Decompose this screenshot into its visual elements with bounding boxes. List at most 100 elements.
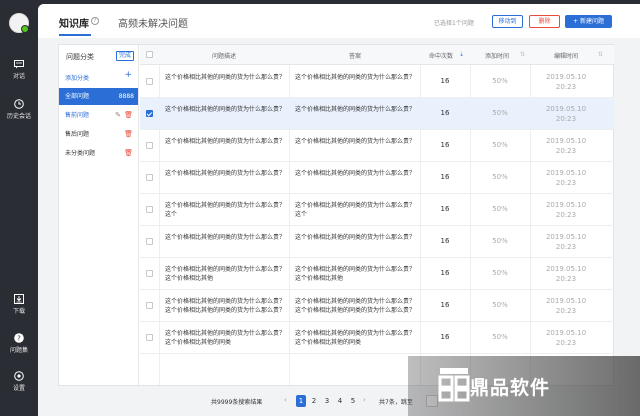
answer-cell: 这个价格相比其他的同类的货为什么那么贵？: [295, 138, 415, 145]
category-item-presale[interactable]: 售前问题 ✎ 🗑: [59, 107, 138, 124]
category-item-uncategorized[interactable]: 未分类问题 🗑: [59, 145, 138, 162]
column-header-added[interactable]: 添加时间: [471, 51, 523, 60]
nav-item-question-set[interactable]: ? 问题集: [0, 333, 38, 354]
row-checkbox[interactable]: [146, 78, 153, 85]
edited-cell: 2019.05.10 20:23: [545, 73, 587, 91]
category-item-all[interactable]: 全部问题 8888: [59, 88, 138, 105]
table-row[interactable]: 这个价格相比其他的同类的货为什么那么贵？这个 这个价格相比其他的同类的货为什么那么…: [140, 194, 614, 226]
top-bar: 知识库 ? 高频未解决问题 已选择1个问题 移动到 删除 + 新建问题: [38, 4, 640, 38]
category-label: 未分类问题: [65, 150, 96, 157]
question-cell: 这个价格相比其他的同类的货为什么那么贵？: [165, 170, 285, 177]
page-button[interactable]: 4: [335, 395, 345, 407]
added-cell: 50%: [492, 141, 508, 149]
category-label: 售后问题: [65, 131, 90, 138]
nav-label-download: 下载: [12, 308, 25, 315]
trash-icon[interactable]: 🗑: [124, 107, 133, 124]
nav-item-download[interactable]: 下载: [0, 294, 38, 315]
page-button[interactable]: 1: [296, 395, 306, 407]
question-icon: ?: [14, 333, 24, 343]
table-row[interactable]: 这个价格相比其他的同类的货为什么那么贵？这个价格相比其他的同类的货为什么那么贵？…: [140, 226, 614, 258]
row-checkbox[interactable]: [146, 142, 153, 149]
answer-cell: 这个价格相比其他的同类的货为什么那么贵？这个价格相比其他的同类的货为什么那么贵？: [295, 298, 415, 314]
table-row[interactable]: 这个价格相比其他的同类的货为什么那么贵？这个价格相比其他的同类的货为什么那么贵？…: [140, 66, 614, 98]
add-category-link[interactable]: 添加分类: [65, 73, 89, 82]
trash-icon[interactable]: 🗑: [124, 145, 133, 162]
edited-cell: 2019.05.10 20:23: [545, 329, 587, 347]
tab-unresolved[interactable]: 高频未解决问题: [118, 15, 188, 30]
hits-cell: 16: [440, 237, 450, 245]
nav-item-settings[interactable]: 设置: [0, 371, 38, 392]
answer-cell: 这个价格相比其他的同类的货为什么那么贵？: [295, 170, 415, 177]
row-checkbox[interactable]: [146, 206, 153, 213]
column-header-hits[interactable]: 命中次数: [421, 51, 461, 60]
table-row[interactable]: 这个价格相比其他的同类的货为什么那么贵？这个价格相比其他的同类的货为什么那么贵？…: [140, 290, 614, 322]
question-cell: 这个价格相比其他的同类的货为什么那么贵？: [165, 234, 285, 241]
question-cell: 这个价格相比其他的同类的货为什么那么贵？这个价格相比其他: [165, 266, 285, 282]
edited-cell: 2019.05.10 20:23: [545, 105, 587, 123]
next-page-icon[interactable]: ›: [363, 396, 366, 404]
select-all-checkbox[interactable]: [146, 51, 153, 58]
settings-icon: [14, 371, 24, 381]
question-cell: 这个价格相比其他的同类的货为什么那么贵？这个价格相比其他的同类: [165, 330, 285, 346]
category-done-button[interactable]: 完成: [115, 51, 134, 61]
trash-icon[interactable]: 🗑: [124, 126, 133, 143]
sort-icon[interactable]: ⇅: [598, 51, 603, 58]
download-icon: [14, 294, 24, 304]
svg-text:?: ?: [17, 335, 21, 343]
column-header-edited[interactable]: 编辑时间: [531, 51, 601, 60]
table-row[interactable]: 这个价格相比其他的同类的货为什么那么贵？这个价格相比其他的同类的货为什么那么贵？…: [140, 130, 614, 162]
table-row[interactable]: 这个价格相比其他的同类的货为什么那么贵？ 这个价格相比其他的同类的货为什么那么贵？…: [140, 162, 614, 194]
sort-desc-icon[interactable]: ⇣: [459, 51, 464, 58]
row-checkbox[interactable]: [146, 270, 153, 277]
answer-cell: 这个价格相比其他的同类的货为什么那么贵？: [295, 74, 415, 81]
category-label: 售前问题: [65, 112, 90, 119]
pagination-total: 共9999条搜索结果: [211, 399, 263, 406]
watermark-logo: [438, 368, 470, 402]
edited-cell: 2019.05.10 20:23: [545, 265, 587, 283]
tab-knowledge-base[interactable]: 知识库: [59, 15, 89, 30]
row-checkbox[interactable]: [146, 334, 153, 341]
row-checkbox[interactable]: [146, 174, 153, 181]
answer-cell: 这个价格相比其他的同类的货为什么那么贵？这个价格相比其他的同类: [295, 330, 415, 346]
hits-cell: 16: [440, 333, 450, 341]
page-button[interactable]: 2: [309, 395, 319, 407]
table-row[interactable]: 这个价格相比其他的同类的货为什么那么贵？这个价格相比其他的同类 这个价格相比其他的…: [140, 322, 614, 354]
nav-item-history[interactable]: 历史会话: [0, 99, 38, 120]
add-category-plus-icon[interactable]: +: [124, 70, 132, 80]
nav-label-question-set: 问题集: [9, 347, 28, 354]
row-checkbox[interactable]: [146, 238, 153, 245]
added-cell: 50%: [492, 77, 508, 85]
edited-cell: 2019.05.10 20:23: [545, 137, 587, 155]
row-checkbox[interactable]: [146, 110, 153, 117]
edited-cell: 2019.05.10 20:23: [545, 297, 587, 315]
category-count: 8888: [118, 93, 134, 100]
delete-button[interactable]: 删除: [529, 15, 560, 28]
added-cell: 50%: [492, 173, 508, 181]
nav-item-chat[interactable]: 对话: [0, 60, 38, 80]
edit-icon[interactable]: ✎: [115, 107, 121, 124]
edited-cell: 2019.05.10 20:23: [545, 201, 587, 219]
help-icon[interactable]: ?: [91, 17, 99, 25]
nav-label-chat: 对话: [12, 73, 25, 80]
hits-cell: 16: [440, 269, 450, 277]
new-question-button[interactable]: + 新建问题: [565, 15, 612, 28]
page-button[interactable]: 5: [348, 395, 358, 407]
left-rail: 对话 历史会话 下载 ? 问题集 设置: [0, 0, 38, 416]
page-button[interactable]: 3: [322, 395, 332, 407]
answer-cell: 这个价格相比其他的同类的货为什么那么贵？这个价格相比其他: [295, 266, 415, 282]
table-row[interactable]: 这个价格相比其他的同类的货为什么那么贵？这个价格相比其他 这个价格相比其他的同类的…: [140, 258, 614, 290]
question-cell: 这个价格相比其他的同类的货为什么那么贵？这个: [165, 202, 285, 218]
prev-page-icon[interactable]: ‹: [284, 396, 287, 404]
content-panel: 问题分类 完成 添加分类 + 全部问题 8888 售前问题 ✎ 🗑 售后问题 🗑…: [58, 44, 614, 386]
main-area: 知识库 ? 高频未解决问题 已选择1个问题 移动到 删除 + 新建问题 问题分类…: [38, 4, 640, 416]
nav-label-settings: 设置: [12, 385, 25, 392]
avatar[interactable]: [9, 13, 29, 33]
move-to-button[interactable]: 移动到: [492, 15, 523, 28]
added-cell: 50%: [492, 269, 508, 277]
sort-icon[interactable]: ⇅: [520, 51, 525, 58]
column-header-answer: 答案: [348, 53, 361, 60]
table-row[interactable]: 这个价格相比其他的同类的货为什么那么贵？这个价格相比其他的同类的货为什么那么贵？…: [140, 98, 614, 130]
clock-icon: [14, 99, 24, 109]
category-item-aftersale[interactable]: 售后问题 🗑: [59, 126, 138, 143]
row-checkbox[interactable]: [146, 302, 153, 309]
